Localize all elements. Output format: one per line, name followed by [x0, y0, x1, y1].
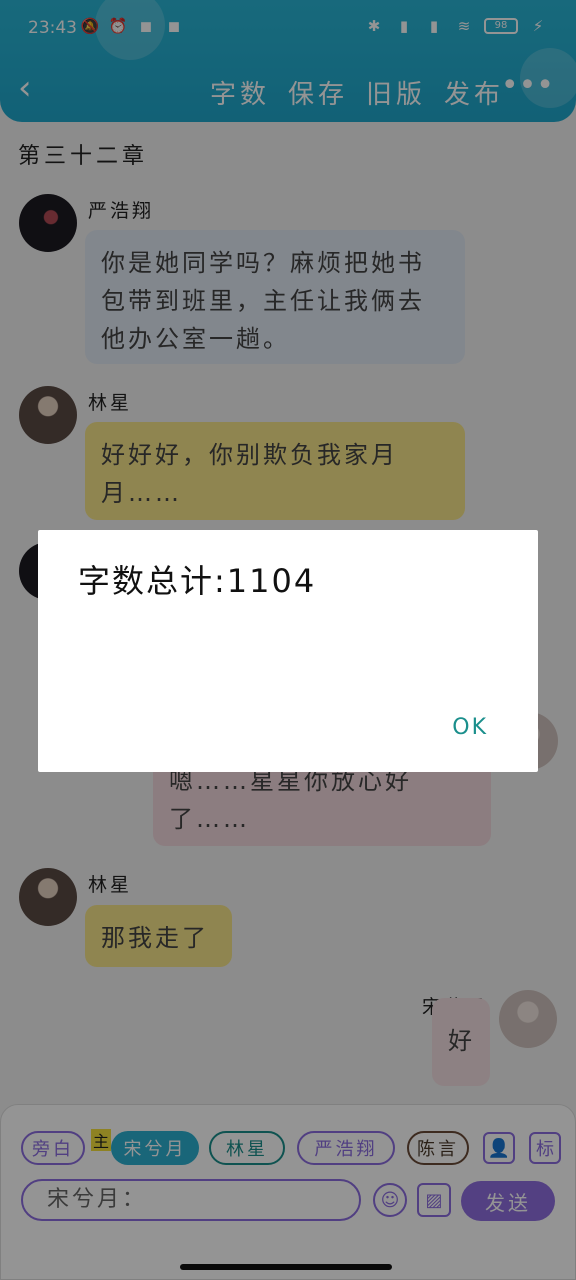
ok-button[interactable]: OK: [452, 715, 488, 740]
dialog-title: 字数总计:1104: [78, 562, 317, 600]
word-count-dialog: 字数总计:1104 OK: [38, 530, 538, 772]
